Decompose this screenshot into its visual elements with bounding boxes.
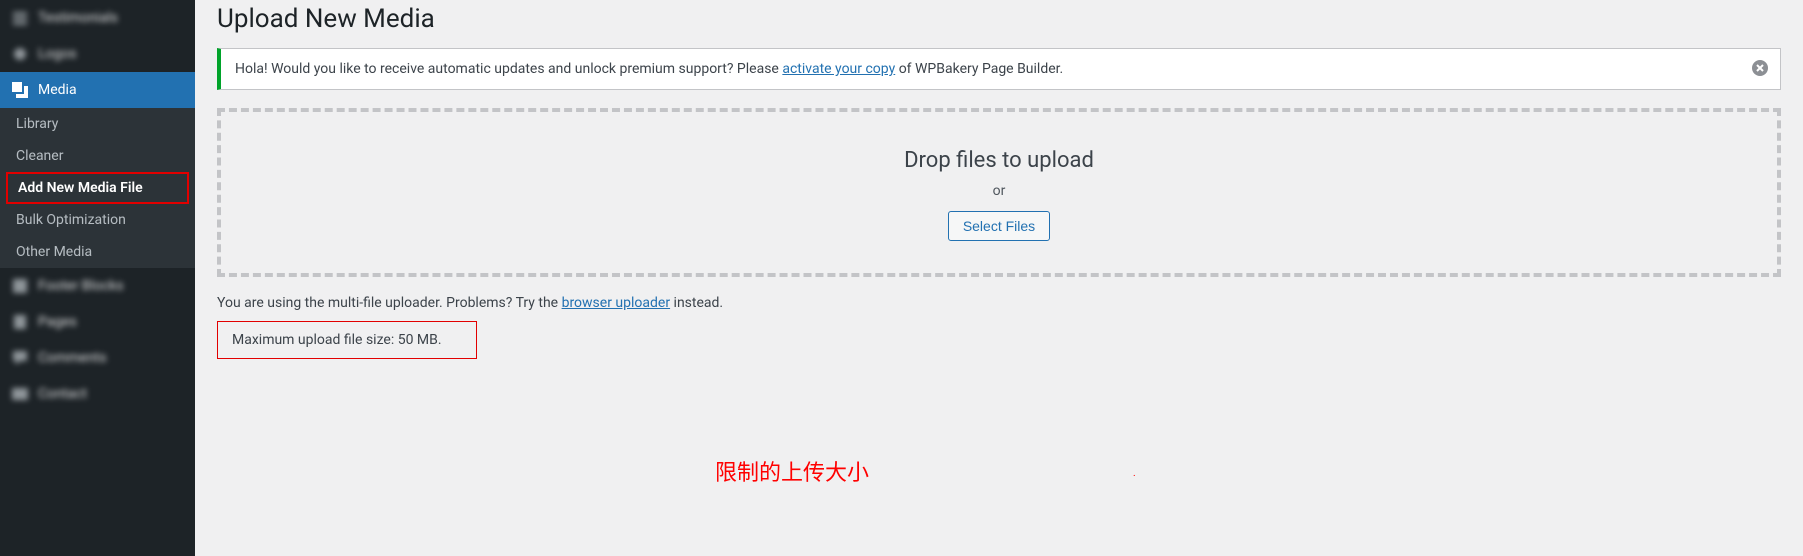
sidebar-sub-cleaner[interactable]: Cleaner (0, 140, 195, 172)
admin-sidebar: Testimonials Logos Media Library Cleaner… (0, 0, 195, 556)
annotation-dot: . (1133, 468, 1136, 479)
hint-pre: You are using the multi-file uploader. P… (217, 295, 562, 311)
uploader-hint: You are using the multi-file uploader. P… (217, 295, 1781, 311)
browser-uploader-link[interactable]: browser uploader (562, 295, 671, 311)
sidebar-item-blurred[interactable]: Contact (0, 376, 195, 412)
generic-icon (10, 44, 30, 64)
sidebar-item-label: Media (38, 82, 77, 98)
generic-icon (10, 312, 30, 332)
generic-icon (10, 384, 30, 404)
sidebar-item-label: Footer Blocks (38, 278, 124, 294)
sidebar-item-media[interactable]: Media (0, 72, 195, 108)
sidebar-submenu-media: Library Cleaner Add New Media File Bulk … (0, 108, 195, 268)
sidebar-item-blurred[interactable]: Logos (0, 36, 195, 72)
media-icon (10, 80, 30, 100)
generic-icon (10, 276, 30, 296)
sidebar-item-label: Testimonials (38, 10, 118, 26)
activate-copy-link[interactable]: activate your copy (782, 61, 895, 77)
notice-text-pre: Hola! Would you like to receive automati… (235, 61, 782, 77)
sidebar-item-label: Logos (38, 46, 77, 62)
max-upload-size: Maximum upload file size: 50 MB. (217, 321, 477, 359)
page-title: Upload New Media (217, 0, 1781, 48)
generic-icon (10, 8, 30, 28)
annotation-cn: 限制的上传大小 (715, 455, 869, 487)
sidebar-item-label: Comments (38, 350, 107, 366)
sidebar-item-blurred[interactable]: Pages (0, 304, 195, 340)
dropzone-title: Drop files to upload (221, 148, 1777, 173)
sidebar-item-blurred[interactable]: Comments (0, 340, 195, 376)
close-icon (1750, 66, 1770, 81)
upload-dropzone[interactable]: Drop files to upload or Select Files (217, 108, 1781, 277)
generic-icon (10, 348, 30, 368)
sidebar-item-blurred[interactable]: Footer Blocks (0, 268, 195, 304)
sidebar-item-label: Contact (38, 386, 87, 402)
dropzone-or: or (221, 183, 1777, 199)
activation-notice: Hola! Would you like to receive automati… (217, 48, 1781, 90)
hint-post: instead. (670, 295, 723, 311)
sidebar-sub-library[interactable]: Library (0, 108, 195, 140)
sidebar-sub-bulk-optimization[interactable]: Bulk Optimization (0, 204, 195, 236)
select-files-button[interactable]: Select Files (948, 211, 1050, 241)
notice-text-post: of WPBakery Page Builder. (895, 61, 1063, 77)
sidebar-sub-other-media[interactable]: Other Media (0, 236, 195, 268)
main-content: Upload New Media Hola! Would you like to… (195, 0, 1803, 556)
sidebar-item-blurred[interactable]: Testimonials (0, 0, 195, 36)
sidebar-sub-add-new[interactable]: Add New Media File (6, 172, 189, 204)
sidebar-item-label: Pages (38, 314, 77, 330)
dismiss-notice-button[interactable] (1748, 57, 1772, 81)
